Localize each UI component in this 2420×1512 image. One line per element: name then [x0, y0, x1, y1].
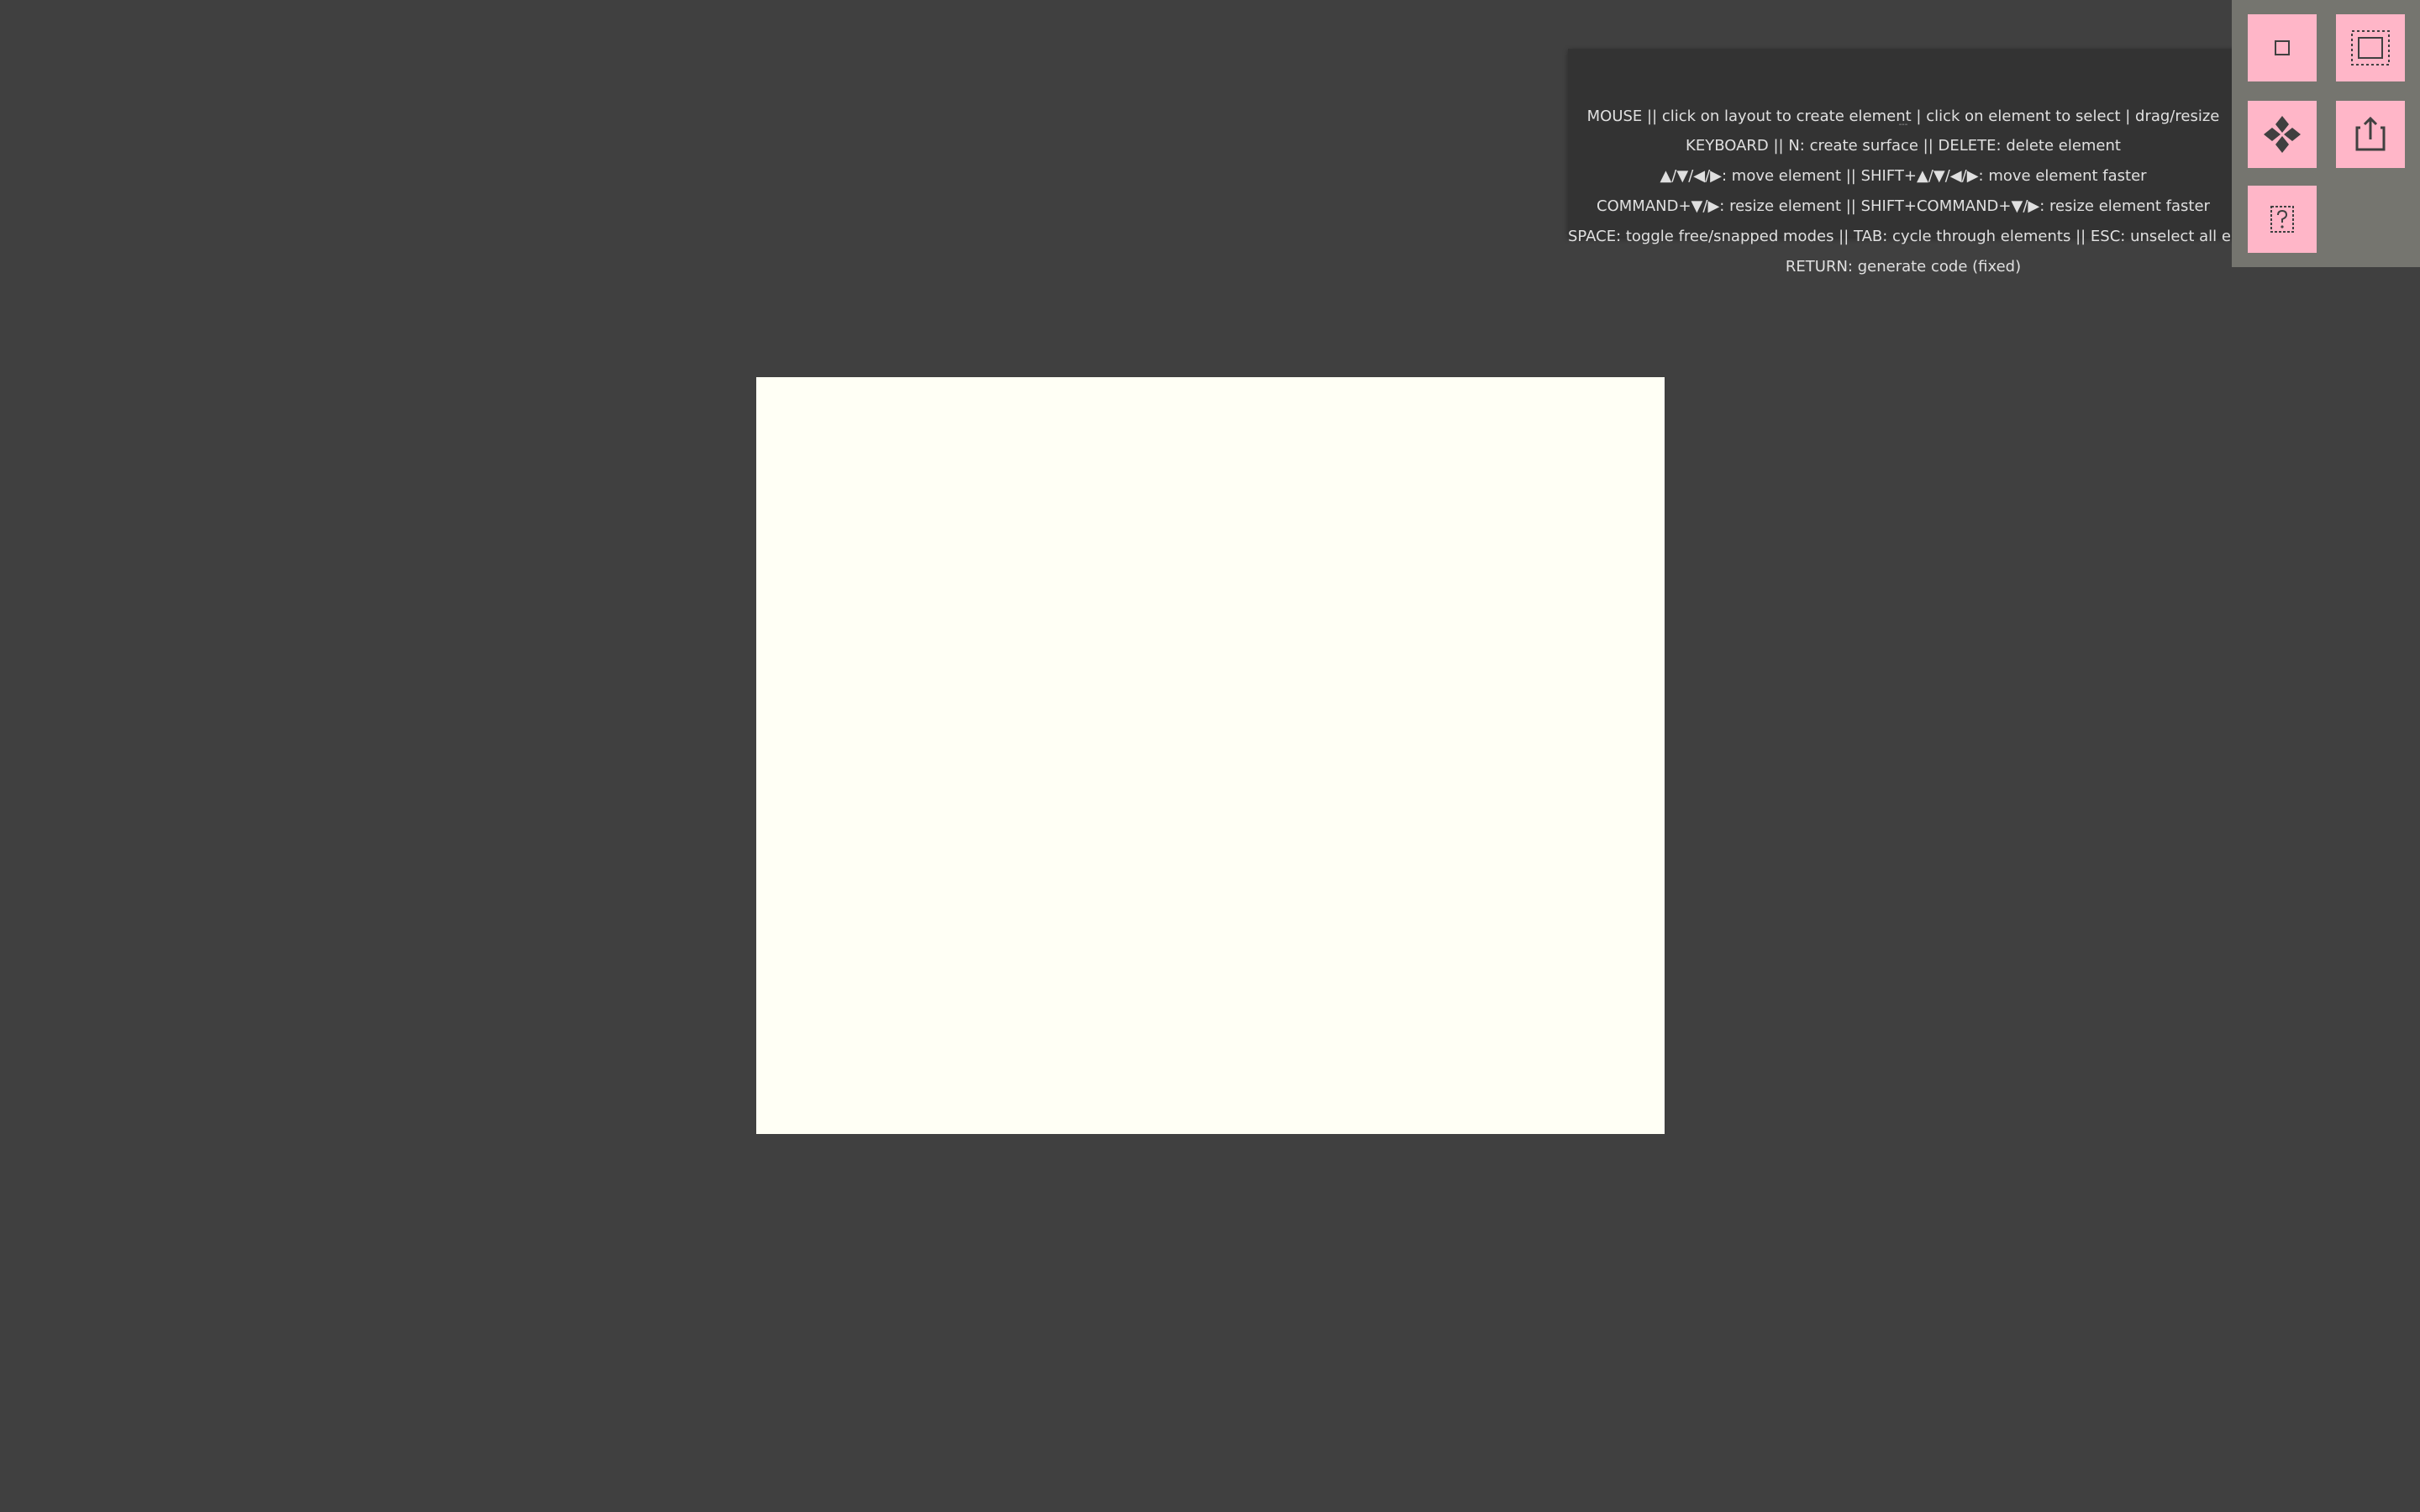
- dashed-frame-icon: [2351, 30, 2390, 66]
- move-element-button[interactable]: [2248, 101, 2317, 168]
- help-separator: ---: [1898, 120, 1908, 129]
- help-line-move: ▲/▼/◀/▶: move element || SHIFT+▲/▼/◀/▶: …: [1660, 167, 2147, 185]
- square-icon: [2275, 40, 2290, 55]
- layout-surface[interactable]: [756, 377, 1665, 1134]
- select-frame-button[interactable]: [2336, 14, 2405, 81]
- export-icon: [2355, 116, 2386, 151]
- keyboard-help-panel: MOUSE || click on layout to create eleme…: [1568, 49, 2291, 276]
- help-line-modes: SPACE: toggle free/snapped modes || TAB:…: [1568, 228, 2292, 245]
- export-code-button[interactable]: [2336, 101, 2405, 168]
- question-box-icon: [2270, 206, 2294, 233]
- help-button[interactable]: [2248, 186, 2317, 253]
- help-line-return: RETURN: generate code (fixed): [1785, 258, 2022, 276]
- help-line-keyboard: KEYBOARD || N: create surface || DELETE:…: [1686, 137, 2121, 155]
- create-surface-button[interactable]: [2248, 14, 2317, 81]
- four-diamonds-icon: [2264, 116, 2301, 153]
- help-line-resize: COMMAND+▼/▶: resize element || SHIFT+COM…: [1597, 197, 2210, 215]
